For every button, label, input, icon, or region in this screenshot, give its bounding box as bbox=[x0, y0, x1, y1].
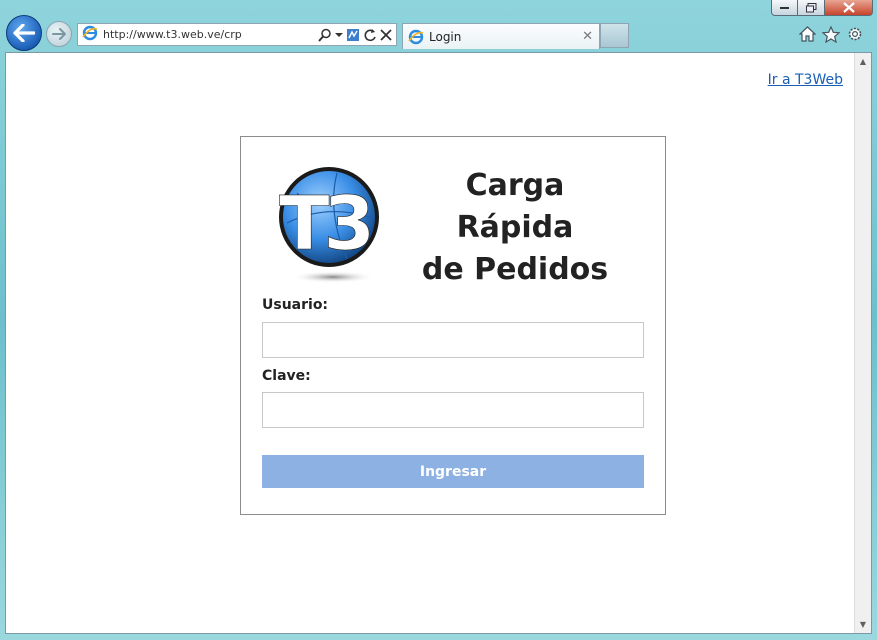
stop-icon[interactable] bbox=[380, 28, 392, 41]
new-tab-button[interactable] bbox=[600, 23, 629, 48]
browser-chrome: http://www.t3.web.ve/crp Login ✕ bbox=[0, 0, 877, 52]
tools-gear-icon[interactable] bbox=[846, 25, 864, 43]
password-label: Clave: bbox=[262, 368, 311, 384]
forward-arrow-icon bbox=[52, 28, 66, 40]
close-icon bbox=[842, 2, 855, 13]
url-text[interactable]: http://www.t3.web.ve/crp bbox=[103, 28, 318, 41]
close-window-button[interactable] bbox=[825, 0, 873, 16]
refresh-icon[interactable] bbox=[363, 28, 377, 42]
t3-globe-logo: T3 bbox=[277, 163, 381, 287]
browser-toolbar bbox=[798, 25, 864, 43]
t3web-link[interactable]: Ir a T3Web bbox=[768, 72, 843, 88]
forward-button[interactable] bbox=[46, 21, 72, 47]
page-viewport: Ir a T3Web T3 Carga Rápida de Pedidos Us… bbox=[5, 52, 872, 634]
address-bar[interactable]: http://www.t3.web.ve/crp bbox=[77, 23, 397, 46]
scroll-up-icon[interactable]: ▲ bbox=[855, 53, 871, 70]
login-button[interactable]: Ingresar bbox=[262, 455, 644, 488]
minimize-icon bbox=[779, 6, 789, 9]
login-panel: T3 Carga Rápida de Pedidos Usuario: Clav… bbox=[240, 136, 666, 515]
maximize-button[interactable] bbox=[798, 0, 825, 16]
username-input[interactable] bbox=[262, 322, 644, 358]
back-arrow-icon bbox=[13, 24, 35, 42]
compatibility-view-icon[interactable] bbox=[346, 28, 360, 42]
vertical-scrollbar[interactable]: ▲ ▼ bbox=[854, 53, 871, 633]
favorites-star-icon[interactable] bbox=[822, 25, 840, 43]
back-button[interactable] bbox=[6, 15, 42, 51]
ie-page-icon bbox=[82, 25, 98, 45]
window-controls bbox=[771, 0, 873, 16]
title-line-2: de Pedidos bbox=[421, 252, 609, 287]
title-line-1: Carga Rápida bbox=[456, 168, 574, 245]
page-title: Carga Rápida de Pedidos bbox=[403, 165, 627, 291]
username-label: Usuario: bbox=[262, 297, 329, 313]
password-input[interactable] bbox=[262, 392, 644, 428]
restore-icon bbox=[805, 2, 816, 12]
home-icon[interactable] bbox=[798, 25, 816, 43]
dropdown-caret-icon[interactable] bbox=[335, 32, 343, 38]
logo-lettering: T3 bbox=[279, 181, 369, 267]
tab-title: Login bbox=[429, 29, 462, 44]
minimize-button[interactable] bbox=[771, 0, 798, 16]
ie-tab-icon bbox=[408, 29, 424, 45]
tab-login[interactable]: Login ✕ bbox=[402, 23, 600, 49]
address-bar-actions bbox=[318, 28, 392, 42]
scroll-down-icon[interactable]: ▼ bbox=[855, 616, 871, 633]
search-icon[interactable] bbox=[318, 28, 332, 42]
tab-close-icon[interactable]: ✕ bbox=[582, 29, 593, 44]
